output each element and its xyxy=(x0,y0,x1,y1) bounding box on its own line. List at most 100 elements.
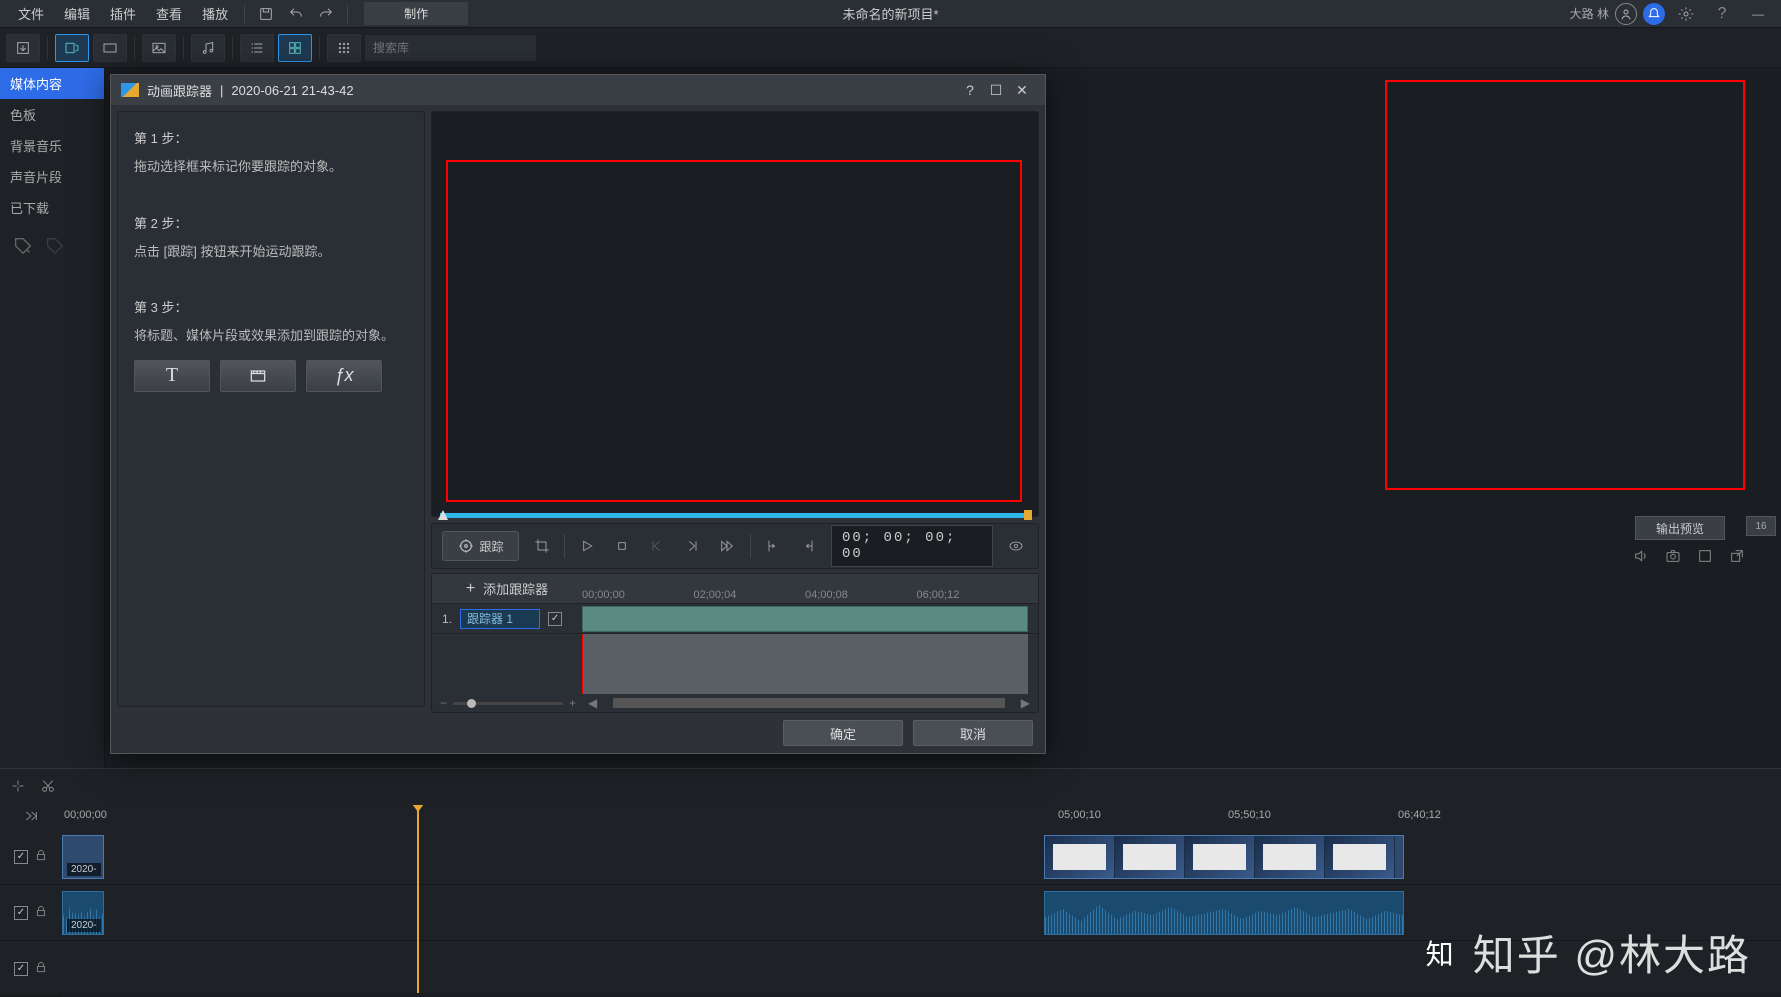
playhead[interactable] xyxy=(417,805,419,993)
mark-in-icon[interactable] xyxy=(761,534,786,558)
music-icon[interactable] xyxy=(191,34,225,62)
image-icon[interactable] xyxy=(142,34,176,62)
undo-icon[interactable] xyxy=(284,4,308,24)
sidebar-item-bgmusic[interactable]: 背景音乐 xyxy=(0,130,104,161)
import-icon[interactable] xyxy=(6,34,40,62)
timecode-display[interactable]: 00; 00; 00; 00 xyxy=(831,525,993,567)
produce-button[interactable]: 制作 xyxy=(364,2,468,25)
camera-icon[interactable] xyxy=(1665,548,1681,569)
play-icon[interactable] xyxy=(575,534,600,558)
step1-title: 第 1 步： xyxy=(134,128,408,147)
preview-zoom-badge[interactable]: 16 xyxy=(1746,516,1776,536)
crop-icon[interactable] xyxy=(529,534,554,558)
add-media-button[interactable] xyxy=(220,360,296,392)
media-view-icon[interactable] xyxy=(55,34,89,62)
ruler-mark: 00;00;00 xyxy=(582,589,694,605)
track-lock-icon[interactable] xyxy=(34,903,48,922)
watermark: 知乎 @林大路 xyxy=(1419,922,1751,983)
tracker-clip[interactable] xyxy=(582,606,1028,632)
help-icon[interactable]: ? xyxy=(957,80,983,100)
separator xyxy=(47,36,48,60)
zoom-in-icon[interactable]: + xyxy=(569,696,576,710)
output-preview-button[interactable]: 输出预览 xyxy=(1635,516,1725,540)
next-frame-icon[interactable] xyxy=(680,534,705,558)
zhihu-logo-icon xyxy=(1419,931,1463,975)
zoom-slider[interactable] xyxy=(453,702,563,705)
fast-forward-icon[interactable] xyxy=(715,534,740,558)
close-icon[interactable]: ✕ xyxy=(1009,80,1035,100)
sort-icon[interactable] xyxy=(327,34,361,62)
scroll-left-icon[interactable]: ◀ xyxy=(588,696,597,710)
add-effect-button[interactable]: ƒx xyxy=(306,360,382,392)
separator xyxy=(244,5,245,23)
selection-box[interactable] xyxy=(446,160,1022,502)
user-name: 大路 林 xyxy=(1570,5,1609,22)
audio-clip[interactable]: 2020- xyxy=(62,891,104,935)
ok-button[interactable]: 确定 xyxy=(783,720,903,746)
separator xyxy=(319,36,320,60)
list-view-icon[interactable] xyxy=(240,34,274,62)
sidebar-item-media[interactable]: 媒体内容 xyxy=(0,68,104,99)
search-input[interactable] xyxy=(365,35,536,61)
notification-icon[interactable] xyxy=(1643,3,1665,25)
tag-add-icon[interactable] xyxy=(12,235,34,263)
fullscreen-icon[interactable] xyxy=(1697,548,1713,569)
track-headers: ✓ ✓ ✓ xyxy=(0,805,62,993)
volume-icon[interactable] xyxy=(1633,548,1649,569)
track-enable-checkbox[interactable]: ✓ xyxy=(14,850,28,864)
redo-icon[interactable] xyxy=(314,4,338,24)
track-button[interactable]: 跟踪 xyxy=(442,531,519,561)
split-mode-icon[interactable] xyxy=(10,778,26,797)
storyboard-icon[interactable] xyxy=(93,34,127,62)
maximize-icon[interactable]: ☐ xyxy=(983,80,1009,100)
sidebar-item-soundclip[interactable]: 声音片段 xyxy=(0,161,104,192)
video-track[interactable]: 2020- xyxy=(62,829,1781,885)
tracker-timeline: + 添加跟踪器 00;00;00 02;00;04 04;00;08 06;00… xyxy=(431,573,1039,713)
ruler-mark: 05;00;10 xyxy=(1058,809,1101,821)
track-enable-checkbox[interactable]: ✓ xyxy=(14,962,28,976)
snapshot-icon[interactable] xyxy=(1003,534,1028,558)
scroll-right-icon[interactable]: ▶ xyxy=(1021,696,1030,710)
tracker-number: 1. xyxy=(442,612,452,626)
settings-icon[interactable] xyxy=(1674,4,1698,24)
menu-play[interactable]: 播放 xyxy=(192,4,238,23)
menu-edit[interactable]: 编辑 xyxy=(54,4,100,23)
cancel-button[interactable]: 取消 xyxy=(913,720,1033,746)
menu-file[interactable]: 文件 xyxy=(8,4,54,23)
sidebar-item-downloaded[interactable]: 已下载 xyxy=(0,192,104,223)
tracker-name-input[interactable] xyxy=(460,609,540,629)
track-enable-checkbox[interactable]: ✓ xyxy=(14,906,28,920)
preview-seekbar[interactable] xyxy=(440,513,1030,518)
audio-clip[interactable] xyxy=(1044,891,1404,935)
track-lock-icon[interactable] xyxy=(34,959,48,978)
help-icon[interactable]: ? xyxy=(1710,4,1734,24)
step3-text: 将标题、媒体片段或效果添加到跟踪的对象。 xyxy=(134,326,408,346)
add-title-button[interactable]: T xyxy=(134,360,210,392)
save-icon[interactable] xyxy=(254,4,278,24)
video-clip[interactable] xyxy=(1044,835,1404,879)
minimize-icon[interactable]: — xyxy=(1746,4,1770,24)
tracker-preview[interactable] xyxy=(431,111,1039,517)
cut-icon[interactable] xyxy=(40,778,56,797)
grid-view-icon[interactable] xyxy=(278,34,312,62)
sidebar-item-colorboard[interactable]: 色板 xyxy=(0,99,104,130)
timeline-scrollbar[interactable] xyxy=(613,698,1005,708)
popout-icon[interactable] xyxy=(1729,548,1745,569)
stop-icon[interactable] xyxy=(610,534,635,558)
tracker-controls: 跟踪 00; 00; 00; 00 xyxy=(431,523,1039,569)
prev-frame-icon[interactable] xyxy=(645,534,670,558)
menu-plugin[interactable]: 插件 xyxy=(100,4,146,23)
menu-view[interactable]: 查看 xyxy=(146,4,192,23)
add-tracker-button[interactable]: + 添加跟踪器 xyxy=(432,579,582,598)
goto-end-icon[interactable] xyxy=(21,808,41,827)
program-preview xyxy=(1385,80,1745,490)
ruler-mark: 04;00;08 xyxy=(805,589,917,605)
zoom-out-icon[interactable]: − xyxy=(440,696,447,710)
user-icon[interactable] xyxy=(1615,3,1637,25)
timeline-ruler[interactable]: 00;00;00 05;00;10 05;50;10 06;40;12 xyxy=(62,805,1781,829)
video-clip[interactable]: 2020- xyxy=(62,835,104,879)
mark-out-icon[interactable] xyxy=(796,534,821,558)
tracker-visible-checkbox[interactable]: ✓ xyxy=(548,612,562,626)
tag-icon[interactable] xyxy=(44,235,66,263)
track-lock-icon[interactable] xyxy=(34,847,48,866)
